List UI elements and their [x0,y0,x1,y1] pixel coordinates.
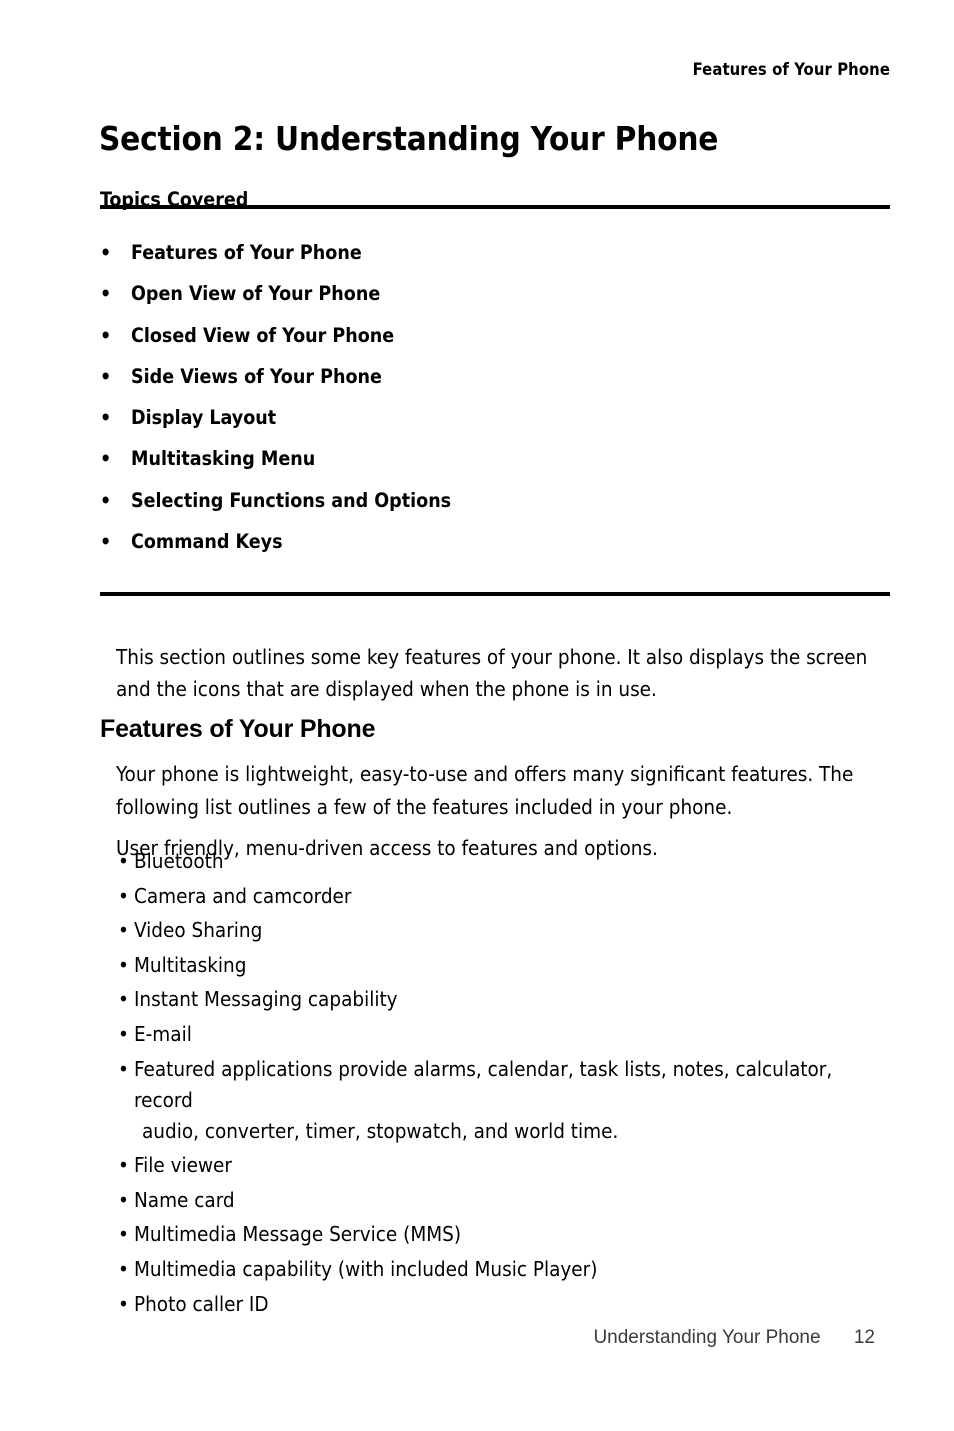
divider-bottom [100,592,890,596]
bullet-icon: • [100,530,112,554]
feature-list-item: • Camera and camcorder [118,881,893,912]
feature-list-item: • Photo caller ID [118,1289,893,1320]
bullet-icon: • [118,1153,129,1178]
topic-list-item: • Open View of Your Phone [100,282,800,323]
intro-paragraph: This section outlines some key features … [116,644,868,701]
running-header: Features of Your Phone [692,60,890,79]
bullet-icon: • [118,952,129,977]
bullet-icon: • [100,488,112,512]
topic-label: Selecting Functions and Options [131,488,452,512]
topic-label: Side Views of Your Phone [131,364,382,388]
bullet-icon: • [118,1291,129,1316]
bullet-icon: • [118,987,129,1012]
feature-list-item: • Name card [118,1185,893,1216]
feature-label: Multimedia Message Service (MMS) [134,1222,462,1247]
topic-list-item: • Selecting Functions and Options [100,489,800,530]
bullet-icon: • [100,241,112,264]
topic-label: Features of Your Phone [131,241,362,264]
feature-label: Video Sharing [134,918,263,943]
feature-list-item: • Featured applications provide alarms, … [118,1054,893,1147]
footer-chapter-label: Understanding Your Phone [593,1327,821,1348]
feature-label: Multitasking [134,952,247,977]
bullet-icon: • [118,1056,129,1081]
bullet-icon: • [118,1256,129,1281]
feature-label: File viewer [134,1153,232,1178]
feature-list-item: • Bluetooth [118,846,893,877]
feature-list-item: • Video Sharing [118,915,893,946]
bullet-icon: • [118,1021,129,1046]
divider-top [100,205,890,209]
feature-label: Instant Messaging capability [134,987,398,1012]
bullet-icon: • [118,849,129,873]
bullet-icon: • [118,883,129,908]
features-paragraph-1: Your phone is lightweight, easy-to-use a… [116,761,854,819]
feature-list-item: • E-mail [118,1019,893,1050]
bullet-icon: • [118,1187,129,1212]
topic-list-item: • Side Views of Your Phone [100,365,800,406]
topics-covered-list: • Features of Your Phone • Open View of … [100,241,800,571]
bullet-icon: • [100,323,112,347]
bullet-icon: • [100,406,112,430]
feature-label: Featured applications provide alarms, ca… [134,1056,833,1112]
document-page: Features of Your Phone Section 2: Unders… [0,0,954,1431]
feature-list-item: • Instant Messaging capability [118,984,893,1015]
feature-label: Name card [134,1187,235,1212]
feature-label-continuation: audio, converter, timer, stopwatch, and … [142,1118,619,1143]
feature-label: E-mail [134,1021,192,1046]
page-footer: Understanding Your Phone 12 [101,1327,875,1349]
topic-label: Multitasking Menu [131,447,316,471]
topic-list-item: • Display Layout [100,406,800,447]
feature-list-item: • Multitasking [118,950,893,981]
bullet-icon: • [100,364,112,388]
feature-label: Camera and camcorder [134,883,352,908]
bullet-icon: • [118,918,129,943]
topic-label: Open View of Your Phone [131,282,381,306]
feature-label: Photo caller ID [134,1291,269,1316]
footer-page-number: 12 [853,1327,875,1348]
feature-label: Bluetooth [134,849,224,873]
topic-label: Display Layout [131,406,277,430]
topic-list-item: • Multitasking Menu [100,447,800,488]
features-bullet-list: • Bluetooth • Camera and camcorder • Vid… [118,846,893,1323]
topic-label: Command Keys [131,530,283,554]
feature-list-item: • Multimedia Message Service (MMS) [118,1219,893,1250]
page-title: Section 2: Understanding Your Phone [99,119,719,159]
topic-list-item: • Features of Your Phone [100,241,800,282]
features-heading: Features of Your Phone [100,714,376,743]
feature-list-item: • Multimedia capability (with included M… [118,1254,893,1285]
bullet-icon: • [100,282,112,306]
topic-label: Closed View of Your Phone [131,323,395,347]
bullet-icon: • [100,447,112,471]
feature-label: Multimedia capability (with included Mus… [134,1256,598,1281]
bullet-icon: • [118,1222,129,1247]
topic-list-item: • Command Keys [100,530,800,571]
feature-list-item: • File viewer [118,1150,893,1181]
topic-list-item: • Closed View of Your Phone [100,324,800,365]
